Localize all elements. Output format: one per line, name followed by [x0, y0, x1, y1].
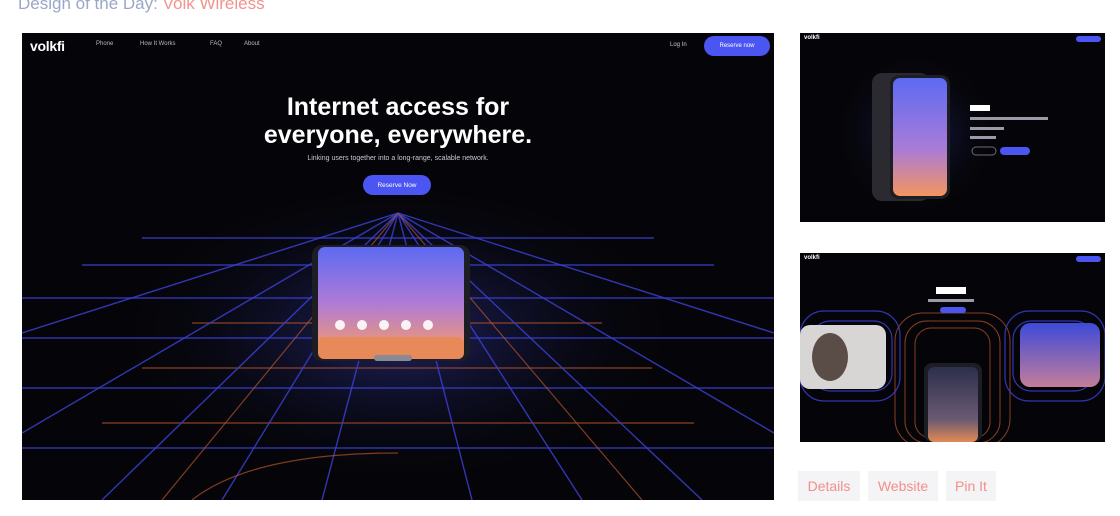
page-title-prefix: Design of the Day:	[18, 0, 158, 13]
top-nav: volkfi Phone How It Works FAQ About Log …	[22, 33, 774, 59]
details-button[interactable]: Details	[798, 471, 860, 501]
thumbnail-2-illustration	[800, 256, 1105, 442]
login-link[interactable]: Log In	[670, 42, 687, 48]
thumbnail-1[interactable]: volkfi	[800, 33, 1105, 222]
reserve-now-nav-button[interactable]: Reserve now	[704, 36, 770, 56]
nav-link-how-it-works[interactable]: How It Works	[140, 41, 176, 47]
hero-headline-line-2: everyone, everywhere.	[263, 121, 533, 149]
thumbnail-2-logo: volkfi	[804, 255, 820, 261]
website-button[interactable]: Website	[868, 471, 938, 501]
hero-subheadline: Linking users together into a long-range…	[307, 155, 489, 162]
reserve-now-hero-button[interactable]: Reserve Now	[363, 175, 431, 195]
thumbnail-2[interactable]: volkfi	[800, 253, 1105, 442]
page-title-link[interactable]: Volk Wireless	[163, 0, 265, 13]
nav-link-about[interactable]: About	[244, 41, 260, 47]
hero-headline-line-1: Internet access for	[286, 93, 510, 121]
thumbnail-1-logo: volkfi	[804, 35, 820, 41]
main-screenshot[interactable]: volkfi Phone How It Works FAQ About Log …	[22, 33, 774, 500]
page-title: Design of the Day: Volk Wireless	[18, 0, 265, 14]
nav-link-faq[interactable]: FAQ	[210, 41, 222, 47]
pin-it-button[interactable]: Pin It	[946, 471, 996, 501]
hero-headline: Internet access for everyone, everywhere…	[22, 93, 774, 149]
nav-link-phone[interactable]: Phone	[96, 41, 113, 47]
thumbnail-1-illustration	[835, 36, 1101, 213]
brand-logo[interactable]: volkfi	[30, 38, 65, 54]
